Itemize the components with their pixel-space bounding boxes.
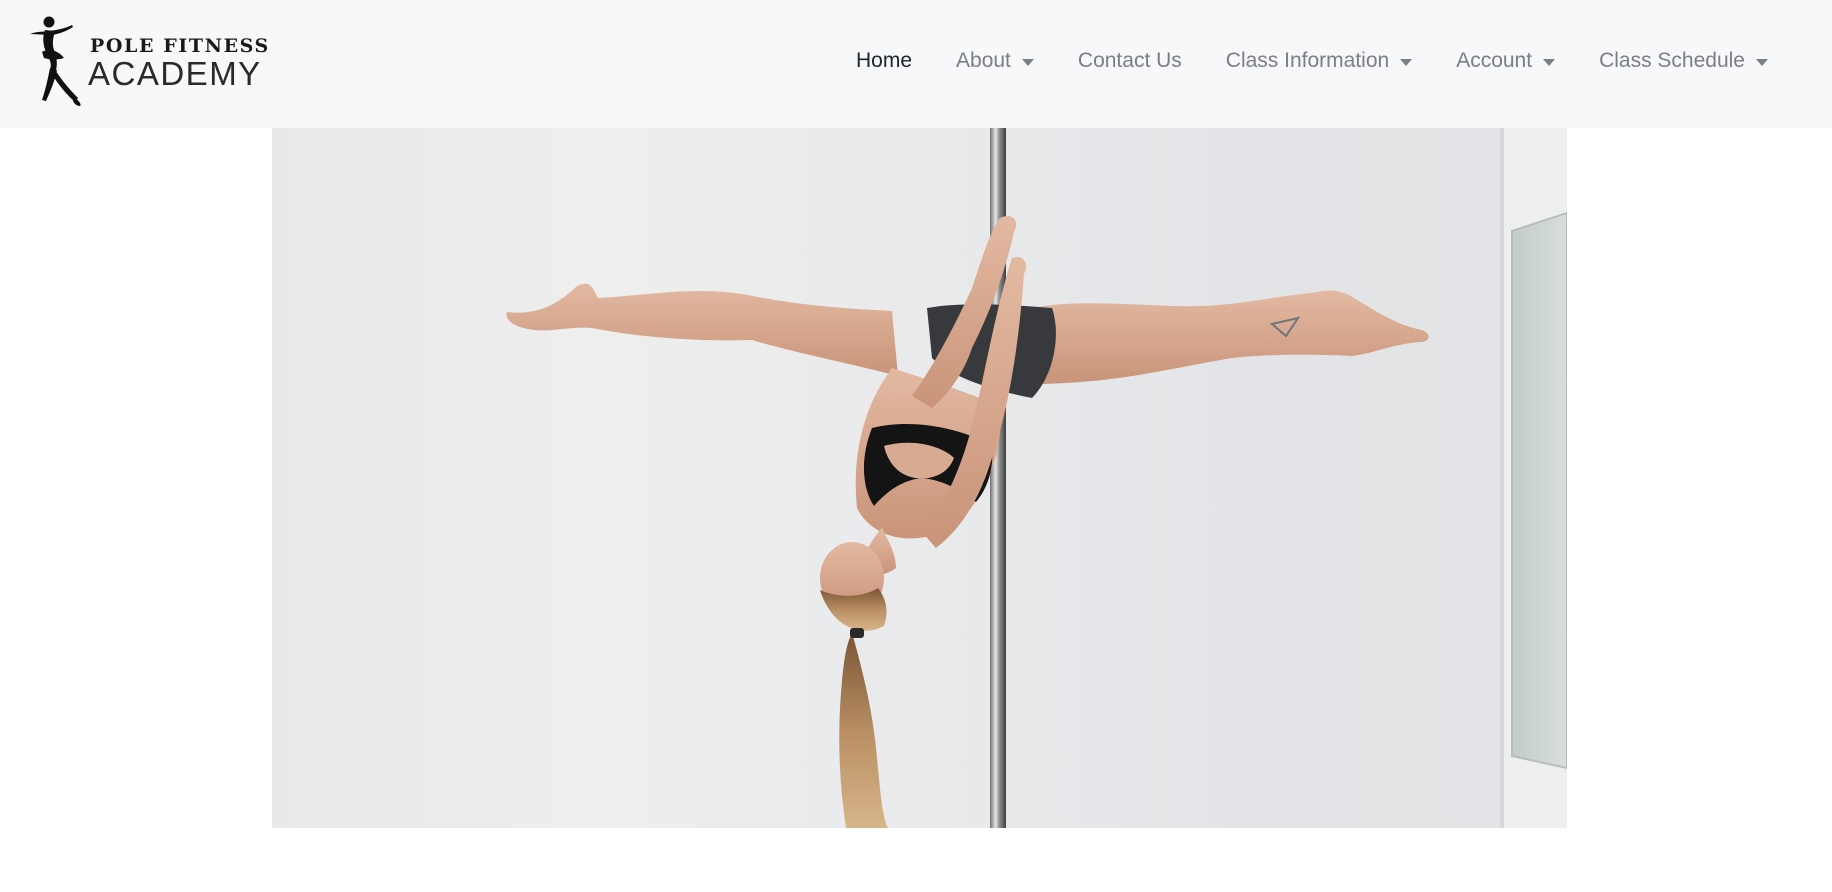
nav-home[interactable]: Home <box>834 42 934 80</box>
nav-contact-us[interactable]: Contact Us <box>1056 42 1204 80</box>
caret-down-icon <box>1400 58 1413 66</box>
brand-logo-link[interactable]: POLE FITNESS ACADEMY <box>28 14 268 108</box>
brand-name-bottom: ACADEMY <box>88 55 262 92</box>
nav-account-label: Account <box>1456 49 1533 72</box>
nav-class-information-label: Class Information <box>1225 49 1390 72</box>
nav-contact-us-label: Contact Us <box>1077 49 1182 72</box>
nav-account-dropdown[interactable]: Account <box>1434 42 1577 80</box>
nav-home-label: Home <box>855 49 913 72</box>
caret-down-icon <box>1756 58 1768 66</box>
navbar: POLE FITNESS ACADEMY Home About Contact … <box>0 0 1832 128</box>
pole-dancer-photo <box>506 128 1567 828</box>
main-nav: Home About Contact Us Class Information … <box>834 42 1790 80</box>
caret-down-icon <box>1021 58 1034 66</box>
dancer-silhouette-icon <box>30 16 81 106</box>
hero-image <box>272 128 1567 828</box>
nav-about-dropdown[interactable]: About <box>934 42 1056 80</box>
nav-class-schedule-label: Class Schedule <box>1599 49 1745 72</box>
nav-class-information-dropdown[interactable]: Class Information <box>1204 42 1434 80</box>
brand-name-top: POLE FITNESS <box>90 35 270 57</box>
caret-down-icon <box>1543 58 1556 66</box>
nav-about-label: About <box>956 49 1011 72</box>
nav-class-schedule-dropdown[interactable]: Class Schedule <box>1577 42 1790 80</box>
